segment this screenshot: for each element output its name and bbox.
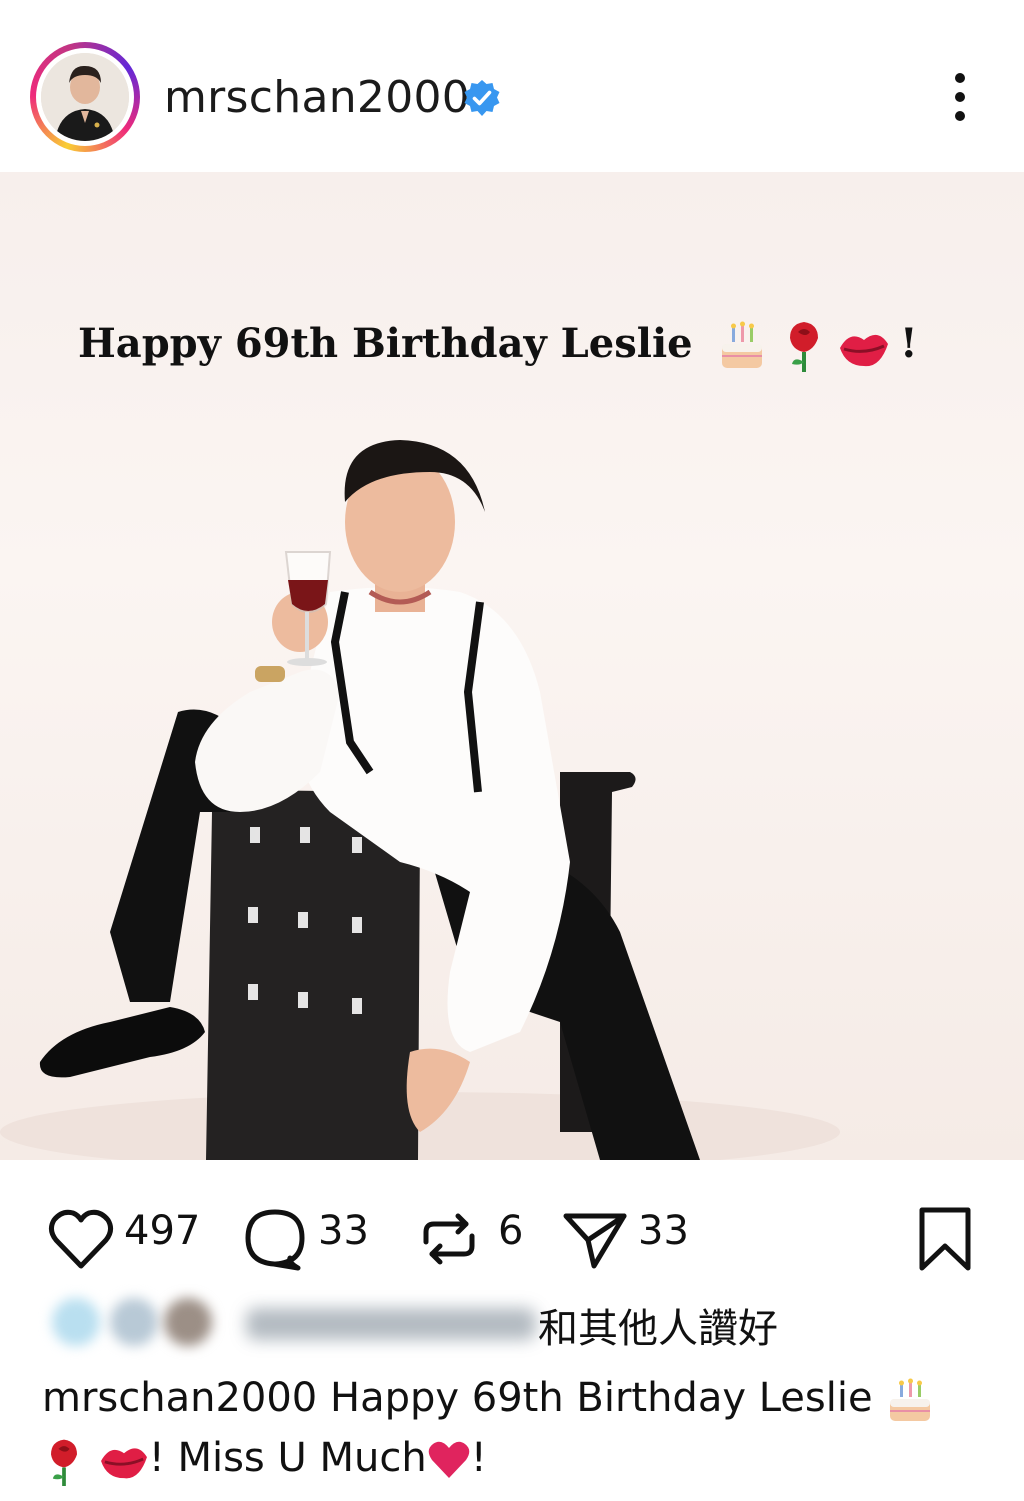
rose-icon — [51, 1439, 77, 1486]
rose-icon — [790, 322, 818, 372]
overlay-emojis — [722, 321, 888, 372]
share-send-icon[interactable] — [560, 1204, 630, 1274]
caption-username[interactable]: mrschan2000 — [42, 1375, 317, 1421]
liker-avatar — [52, 1298, 100, 1346]
red-heart-icon — [428, 1441, 469, 1478]
liker-avatar — [110, 1298, 158, 1346]
repost-icon[interactable] — [414, 1204, 484, 1274]
post-caption: mrschan2000 Happy 69th Birthday Leslie !… — [42, 1368, 1002, 1488]
liker-username-blurred — [246, 1308, 536, 1340]
avatar[interactable] — [41, 53, 129, 141]
action-bar: 497 33 6 33 — [0, 1160, 1024, 1290]
verified-badge-icon — [464, 80, 500, 116]
comment-bubble-icon[interactable] — [240, 1204, 310, 1274]
post-image[interactable]: Happy 69th Birthday Leslie ! — [0, 172, 1024, 1160]
overlay-exclamation: ! — [900, 320, 918, 367]
post: mrschan2000 Happy 69th Birthday Leslie !… — [0, 0, 1024, 1501]
liker-avatar — [164, 1298, 212, 1346]
bookmark-icon[interactable] — [910, 1204, 980, 1274]
birthday-cake-icon — [722, 321, 762, 368]
likes-count[interactable]: 497 — [124, 1208, 200, 1254]
username[interactable]: mrschan2000 — [164, 72, 470, 123]
kiss-mark-icon — [840, 334, 888, 367]
caption-text: Happy 69th Birthday Leslie — [329, 1375, 873, 1421]
liked-by-line[interactable]: 和其他人讚好 — [46, 1292, 806, 1352]
avatar-story-ring[interactable] — [30, 42, 140, 152]
caption-text: ! — [470, 1435, 487, 1481]
shares-count[interactable]: 33 — [638, 1208, 689, 1254]
kiss-mark-icon — [100, 1448, 147, 1479]
comments-count[interactable]: 33 — [318, 1208, 369, 1254]
caption-text: ! Miss U Much — [148, 1435, 427, 1481]
more-vertical-icon[interactable] — [940, 70, 980, 124]
overlay-caption: Happy 69th Birthday Leslie — [78, 320, 693, 367]
post-header: mrschan2000 — [0, 0, 1024, 172]
like-heart-icon[interactable] — [46, 1204, 116, 1274]
avatar-image — [41, 53, 129, 141]
birthday-cake-icon — [890, 1378, 931, 1421]
reposts-count[interactable]: 6 — [498, 1208, 523, 1254]
liked-by-text: 和其他人讚好 — [538, 1306, 778, 1352]
